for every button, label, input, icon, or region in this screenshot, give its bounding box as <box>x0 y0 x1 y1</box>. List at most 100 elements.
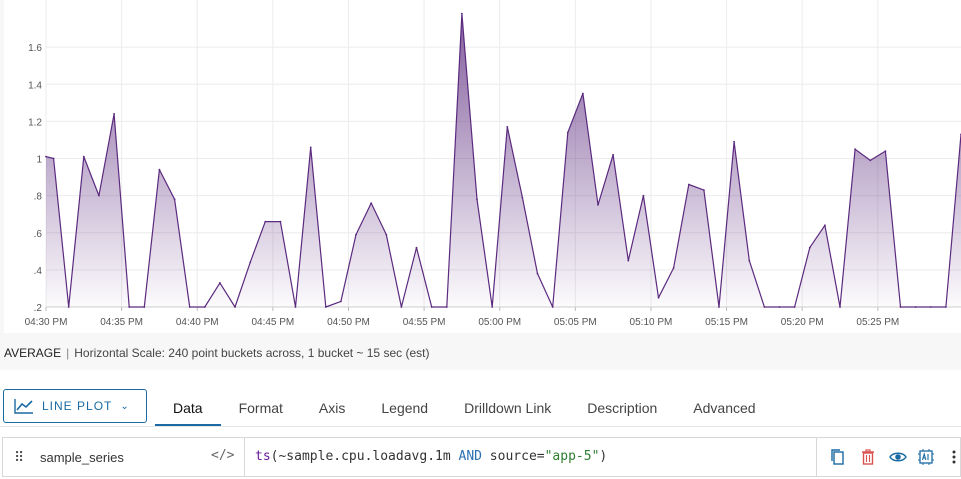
chart-type-dropdown[interactable]: LINE PLOT ⌄ <box>3 389 147 423</box>
time-series-chart[interactable]: .2 .4 .6 .8 1 1.2 1.4 1.6 04:30 PM 04:35 PM 04:40… <box>0 0 961 345</box>
data-point <box>188 306 191 308</box>
code-toggle-icon[interactable]: </> <box>211 448 234 463</box>
more-vertical-icon[interactable] <box>945 448 961 466</box>
data-point <box>566 131 569 134</box>
y-tick-label: 1 <box>36 155 42 166</box>
data-point <box>45 155 47 158</box>
data-point <box>143 306 146 308</box>
x-tick-label: 04:30 PM <box>25 317 68 328</box>
data-point <box>657 296 660 299</box>
data-point <box>612 153 614 156</box>
data-point <box>808 246 811 249</box>
query-token-str: "app-5" <box>544 449 600 464</box>
tab-drilldown-link[interactable]: Drilldown Link <box>446 388 569 424</box>
y-tick-label: 1.2 <box>28 117 42 128</box>
data-point <box>763 306 766 308</box>
chart-summary: AVERAGE | Horizontal Scale: 240 point buck… <box>4 346 429 360</box>
data-point <box>264 220 267 223</box>
query-token-plain: ) <box>599 449 608 464</box>
tab-legend[interactable]: Legend <box>363 388 446 424</box>
y-tick-label: 1.4 <box>28 80 42 91</box>
data-point <box>687 183 690 186</box>
line-chart-icon <box>14 399 33 414</box>
query-token-kw: AND <box>458 449 482 464</box>
data-point <box>627 259 630 262</box>
query-actions-divider <box>816 438 817 476</box>
y-tick-label: .6 <box>34 229 43 240</box>
data-point <box>597 204 599 206</box>
data-point <box>869 159 872 162</box>
y-tick-label: .8 <box>34 192 43 203</box>
x-tick-label: 04:55 PM <box>403 317 446 328</box>
data-point <box>461 12 463 15</box>
editor-tabs: Data Format Axis Legend Drilldown Link Descri… <box>155 388 774 427</box>
data-point <box>672 267 675 269</box>
x-tick-label: 04:40 PM <box>176 317 219 328</box>
data-point <box>582 92 584 95</box>
query-name-divider <box>244 438 245 476</box>
data-point <box>854 148 856 151</box>
data-point <box>98 194 100 197</box>
data-point <box>355 233 357 236</box>
trash-icon[interactable] <box>859 448 877 466</box>
data-point <box>703 189 705 192</box>
data-point <box>400 306 403 308</box>
x-tick-label: 05:25 PM <box>856 317 899 328</box>
horizontal-scale-text: Horizontal Scale: 240 point buckets acro… <box>74 346 430 360</box>
summary-separator: | <box>66 346 70 360</box>
data-point <box>203 306 206 308</box>
data-point <box>173 198 176 201</box>
query-row: ⠿ sample_series </> ts(~sample.cpu.loada… <box>2 437 961 477</box>
data-point <box>929 306 932 308</box>
x-tick-label: 05:10 PM <box>630 317 673 328</box>
chevron-down-icon: ⌄ <box>120 400 130 412</box>
data-point <box>415 246 418 249</box>
tab-axis[interactable]: Axis <box>301 388 363 424</box>
y-tick-label: .4 <box>34 266 43 277</box>
x-tick-label: 04:35 PM <box>100 317 143 328</box>
drag-handle-icon[interactable]: ⠿ <box>14 448 24 466</box>
data-point <box>899 306 902 308</box>
series-name-field[interactable]: sample_series <box>40 450 124 465</box>
data-point <box>219 282 221 284</box>
data-point <box>551 306 554 308</box>
data-point <box>748 259 751 262</box>
aggregation-label: AVERAGE <box>4 346 62 360</box>
data-point <box>521 196 524 199</box>
data-point <box>884 150 887 153</box>
copy-icon[interactable] <box>829 448 847 466</box>
y-tick-label: .2 <box>34 303 43 314</box>
data-point <box>385 233 388 236</box>
x-tick-label: 05:20 PM <box>781 317 824 328</box>
data-point <box>113 113 115 115</box>
query-input[interactable]: ts(~sample.cpu.loadavg.1m AND source="ap… <box>255 449 607 464</box>
chart-panel: .2 .4 .6 .8 1 1.2 1.4 1.6 04:30 PM 04:35 PM 04:40… <box>0 0 961 370</box>
chart-type-label: LINE PLOT <box>42 399 113 413</box>
eye-icon[interactable] <box>889 448 907 466</box>
query-token-fn: ts <box>255 449 271 464</box>
data-point <box>158 168 161 171</box>
editor-toolbar: LINE PLOT ⌄ Data Format Axis Legend Drilldow… <box>0 388 961 427</box>
ai-assist-icon[interactable] <box>917 448 935 466</box>
query-token-plain: source= <box>481 449 545 464</box>
tab-format[interactable]: Format <box>221 388 301 424</box>
query-token-plain: (~sample.cpu.loadavg.1m <box>270 449 459 464</box>
data-point <box>52 157 55 160</box>
data-point <box>294 306 297 308</box>
data-point <box>67 306 70 308</box>
data-point <box>491 306 494 308</box>
data-point <box>718 306 720 308</box>
tab-advanced[interactable]: Advanced <box>675 388 773 424</box>
tab-data[interactable]: Data <box>155 388 221 427</box>
data-point <box>945 306 947 308</box>
data-point <box>234 306 236 308</box>
data-point <box>249 261 252 264</box>
data-point <box>642 194 645 197</box>
data-point <box>839 306 841 308</box>
data-point <box>914 306 917 308</box>
data-point <box>778 306 781 308</box>
data-point <box>128 306 131 308</box>
data-point <box>793 306 796 308</box>
tab-description[interactable]: Description <box>569 388 675 424</box>
data-point <box>309 146 312 149</box>
